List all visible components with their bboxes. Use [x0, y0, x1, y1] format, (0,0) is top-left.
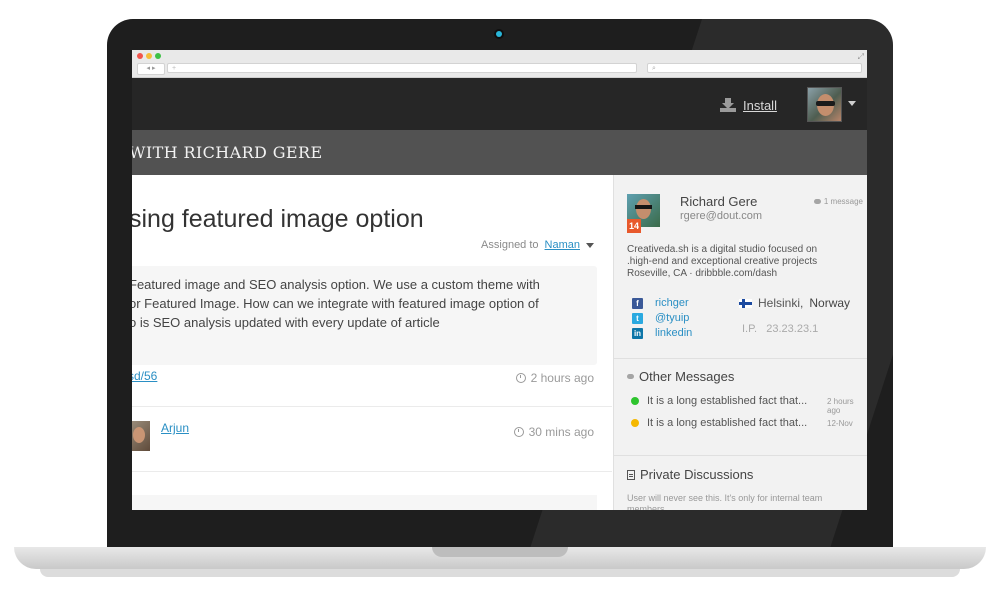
assignee-selector[interactable]: Assigned to Naman: [481, 239, 594, 251]
clock-icon: [513, 427, 524, 437]
private-discussions-heading: Private Discussions: [627, 467, 753, 482]
customer-location: Helsinki, Norway: [739, 296, 850, 310]
assignee-name[interactable]: Naman: [545, 239, 580, 251]
back-forward-buttons[interactable]: ◂ ▸: [137, 63, 165, 75]
app-header: Install: [132, 78, 867, 130]
location-country: Norway: [809, 296, 851, 310]
other-message-time: 2 hours ago: [827, 397, 854, 415]
install-label: Install: [743, 97, 777, 113]
minimize-window-button[interactable]: [146, 53, 152, 59]
close-window-button[interactable]: [137, 53, 143, 59]
other-messages-title: Other Messages: [639, 369, 735, 384]
maximize-window-button[interactable]: [155, 53, 161, 59]
customer-ip: I.P. 23.23.23.1: [742, 323, 818, 335]
message-timestamp: 2 hours ago: [515, 371, 594, 385]
customer-sidebar: 14 Richard Gere rgere@dout.com 1 message…: [613, 175, 867, 510]
social-label: @tyuip: [655, 312, 690, 324]
facebook-icon: f: [632, 297, 643, 309]
laptop-notch: [432, 547, 568, 557]
bio-line: Roseville, CA · dribbble.com/dash: [627, 268, 778, 279]
bio-line: .high-end and exceptional creative proje…: [627, 256, 818, 267]
social-label: linkedin: [655, 327, 693, 339]
twitter-icon: t: [632, 312, 643, 324]
divider: [132, 406, 612, 407]
avatar-glasses: [635, 205, 652, 209]
fullscreen-icon[interactable]: ⤢: [858, 52, 864, 62]
other-message-time: 12-Nov: [827, 419, 853, 428]
speech-bubble-icon: [627, 374, 634, 379]
browser-toolbar: ⤢ ◂ ▸ + ⌕: [132, 50, 867, 78]
reply-compose-box[interactable]: [132, 495, 597, 510]
customer-email: rgere@dout.com: [680, 210, 763, 222]
chevron-down-icon[interactable]: [586, 242, 594, 248]
other-message-text: It is a long established fact that...: [647, 417, 808, 429]
count-badge: 14: [627, 219, 641, 233]
other-messages-heading: Other Messages: [627, 369, 734, 384]
other-message-item[interactable]: It is a long established fact that...: [631, 395, 807, 407]
social-label: richger: [655, 297, 689, 309]
message-body: Featured image and SEO analysis option. …: [132, 266, 597, 365]
social-link-facebook[interactable]: f richger: [632, 297, 689, 309]
other-message-text: It is a long established fact that...: [647, 395, 808, 407]
browser-search-bar[interactable]: ⌕: [647, 63, 862, 73]
laptop-screen: ⤢ ◂ ▸ + ⌕ Install WITH RICHARD GERE sing…: [132, 50, 867, 510]
customer-name: Richard Gere: [680, 194, 758, 209]
message-count-label: 1 message: [823, 197, 863, 206]
message-time: 2 hours ago: [530, 371, 594, 385]
other-message-item[interactable]: It is a long established fact that...: [631, 417, 807, 429]
account-dropdown-caret-icon[interactable]: [848, 101, 856, 106]
banner-title: WITH RICHARD GERE: [132, 143, 323, 162]
divider: [614, 455, 867, 456]
clock-icon: [515, 373, 526, 383]
reply-avatar[interactable]: [132, 421, 150, 451]
finland-flag-icon: [739, 298, 752, 308]
social-link-twitter[interactable]: t @tyuip: [632, 312, 689, 324]
message-count: 1 message: [813, 197, 863, 206]
avatar-face: [133, 427, 145, 443]
conversation-banner: WITH RICHARD GERE: [132, 130, 867, 175]
address-bar[interactable]: +: [167, 63, 637, 73]
document-icon: [627, 469, 635, 480]
download-icon: [720, 98, 736, 112]
message-line: o is SEO analysis updated with every upd…: [132, 315, 440, 330]
speech-bubble-icon: [813, 199, 821, 204]
private-discussions-note: User will never see this. It's only for …: [627, 493, 823, 510]
message-link[interactable]: sd/56: [132, 369, 157, 383]
avatar-face: [636, 199, 651, 219]
divider: [132, 471, 612, 472]
install-button[interactable]: Install: [719, 97, 777, 113]
assigned-label: Assigned to: [481, 239, 539, 251]
laptop-shadow: [40, 569, 960, 577]
social-link-linkedin[interactable]: in linkedin: [632, 327, 692, 339]
message-line: Featured image and SEO analysis option. …: [132, 277, 540, 292]
status-dot-icon: [631, 419, 639, 427]
reply-author-link[interactable]: Arjun: [161, 421, 189, 435]
user-avatar[interactable]: [807, 87, 842, 122]
status-dot-icon: [631, 397, 639, 405]
ip-label: I.P.: [742, 323, 758, 335]
camera-dot: [496, 31, 502, 37]
location-city: Helsinki,: [758, 296, 804, 310]
private-discussions-title: Private Discussions: [640, 467, 754, 482]
main-panel: sing featured image option Assigned to N…: [132, 175, 612, 510]
ip-value: 23.23.23.1: [766, 323, 819, 335]
bio-line: Creativeda.sh is a digital studio focuse…: [627, 244, 818, 255]
reply-time: 30 mins ago: [528, 425, 594, 439]
divider: [614, 358, 867, 359]
reply-timestamp: 30 mins ago: [513, 425, 594, 439]
issue-title: sing featured image option: [132, 205, 424, 233]
avatar-glasses: [816, 101, 835, 106]
linkedin-icon: in: [632, 327, 643, 339]
customer-bio: Creativeda.sh is a digital studio focuse…: [627, 244, 857, 280]
message-line: or Featured Image. How can we integrate …: [132, 296, 539, 311]
